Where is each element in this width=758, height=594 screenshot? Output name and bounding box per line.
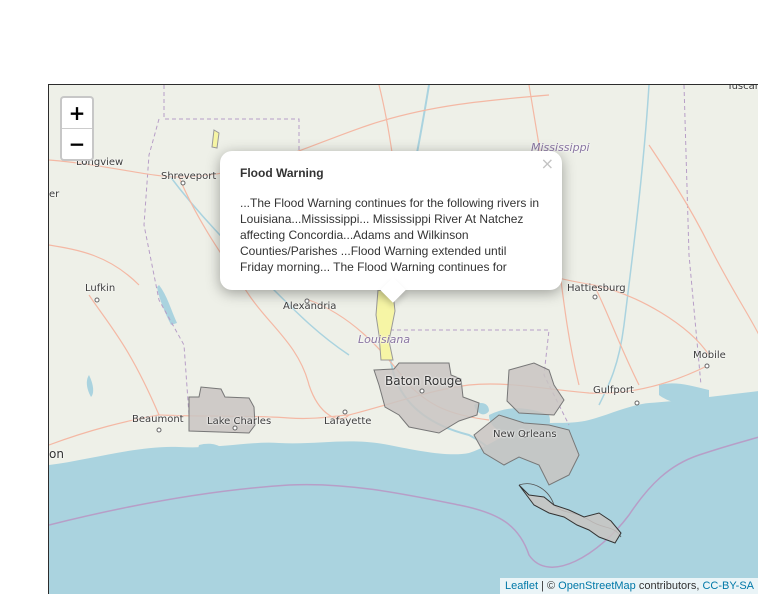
city-label-shreveport: Shreveport: [161, 171, 217, 182]
map-attribution: Leaflet | © OpenStreetMap contributors, …: [499, 578, 758, 594]
city-label-houston: on: [49, 447, 64, 461]
city-label-gulfport: Gulfport: [593, 385, 634, 396]
attribution-contributors: contributors,: [635, 580, 703, 592]
city-label-lufkin: Lufkin: [85, 283, 116, 294]
city-label-baton-rouge: Baton Rouge: [385, 374, 462, 388]
city-label-lafayette: Lafayette: [324, 416, 372, 427]
popup-content: Flood Warning ...The Flood Warning conti…: [240, 165, 542, 279]
popup-close-button[interactable]: ×: [541, 154, 554, 173]
openstreetmap-link[interactable]: OpenStreetMap: [558, 580, 636, 592]
attribution-separator: | ©: [538, 580, 559, 592]
city-label-alexandria: Alexandria: [283, 301, 337, 312]
zoom-control: + −: [60, 96, 94, 161]
city-label-new-orleans: New Orleans: [493, 429, 557, 440]
city-label-tuscaloosa: Tuscalo: [727, 84, 758, 92]
popup-body: ...The Flood Warning continues for the f…: [240, 196, 540, 274]
city-label-beaumont: Beaumont: [132, 414, 184, 425]
popup-title: Flood Warning: [240, 166, 324, 180]
city-label-hattiesburg: Hattiesburg: [567, 283, 626, 294]
license-link[interactable]: CC-BY-SA: [702, 580, 754, 592]
flood-warning-popup: × Flood Warning ...The Flood Warning con…: [220, 151, 562, 303]
zoom-out-button[interactable]: −: [62, 129, 92, 159]
leaflet-link[interactable]: Leaflet: [505, 580, 538, 592]
map-container[interactable]: Tuscalo Mississippi Longview Shreveport …: [48, 84, 758, 594]
zoom-in-button[interactable]: +: [62, 98, 92, 129]
city-label-tyler: er: [49, 189, 60, 200]
city-label-mobile: Mobile: [693, 350, 726, 361]
city-label-lake-charles: Lake Charles: [207, 416, 272, 427]
state-label-louisiana: Louisiana: [358, 333, 411, 346]
